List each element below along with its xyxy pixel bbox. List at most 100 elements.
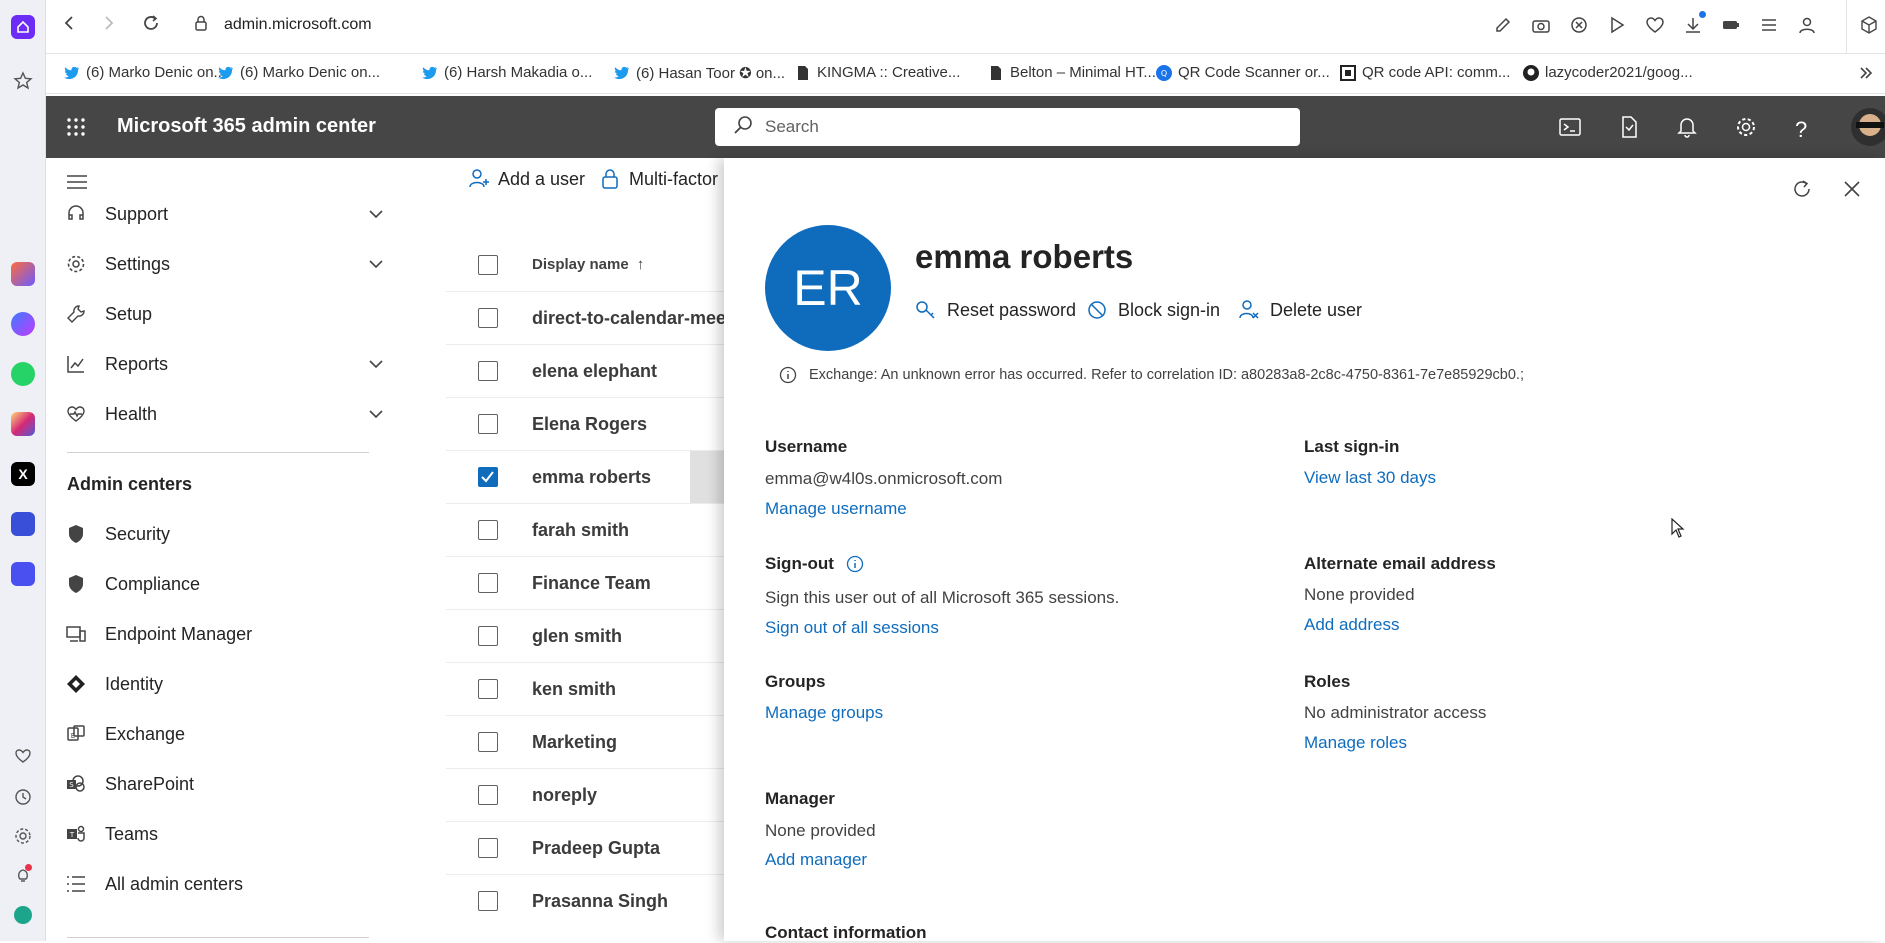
user-name[interactable]: glen smith — [532, 626, 622, 647]
star-icon[interactable] — [9, 67, 37, 95]
select-all-checkbox[interactable] — [478, 255, 498, 275]
bookmark-item[interactable]: KINGMA :: Creative... — [795, 64, 960, 81]
bookmark-item[interactable]: QR code API: comm... — [1340, 64, 1510, 81]
delete-user-button[interactable]: Delete user — [1238, 299, 1362, 321]
nav-item-settings[interactable]: Settings — [64, 244, 384, 284]
table-row[interactable]: ken smith — [446, 662, 726, 715]
manage-username-link[interactable]: Manage username — [765, 499, 907, 519]
back-icon[interactable] — [60, 14, 78, 37]
user-name[interactable]: direct-to-calendar-meeti — [532, 308, 737, 329]
lightbulb-icon[interactable] — [9, 862, 37, 890]
mfa-button[interactable]: Multi-factor — [601, 168, 718, 190]
play-icon[interactable] — [1607, 15, 1627, 40]
search-box[interactable]: Search — [715, 108, 1300, 146]
user-name[interactable]: Elena Rogers — [532, 414, 647, 435]
table-row[interactable]: Marketing — [446, 715, 726, 768]
nav-item-sharepoint[interactable]: S SharePoint — [64, 764, 384, 804]
home-icon[interactable] — [9, 13, 37, 41]
user-name[interactable]: noreply — [532, 785, 597, 806]
settings-icon[interactable] — [9, 822, 37, 850]
aria-icon[interactable] — [9, 901, 37, 929]
close-icon[interactable] — [1843, 180, 1861, 203]
add-manager-link[interactable]: Add manager — [765, 850, 867, 870]
more-bookmarks-icon[interactable] — [1858, 65, 1874, 86]
row-checkbox[interactable] — [478, 361, 498, 381]
chevron-down-icon[interactable] — [368, 406, 384, 427]
chevron-down-icon[interactable] — [368, 356, 384, 377]
bookmark-item[interactable]: (6) Marko Denic on... — [218, 64, 380, 81]
gear-icon[interactable] — [1735, 116, 1757, 143]
table-row[interactable]: Finance Team — [446, 556, 726, 609]
bookmark-item[interactable]: lazycoder2021/goog... — [1523, 64, 1693, 81]
user-name[interactable]: Finance Team — [532, 573, 651, 594]
row-checkbox[interactable] — [478, 520, 498, 540]
nav-item-reports[interactable]: Reports — [64, 344, 384, 384]
block-signin-button[interactable]: Block sign-in — [1086, 299, 1220, 321]
reset-password-button[interactable]: Reset password — [915, 299, 1076, 321]
search-input[interactable]: Search — [765, 117, 819, 137]
chevron-down-icon[interactable] — [368, 206, 384, 227]
user-name[interactable]: ken smith — [532, 679, 616, 700]
profile-icon[interactable] — [1797, 15, 1817, 40]
signout-all-link[interactable]: Sign out of all sessions — [765, 618, 939, 638]
table-row-selected[interactable]: emma roberts — [446, 450, 726, 504]
view-last-30-days-link[interactable]: View last 30 days — [1304, 468, 1436, 488]
music-app-icon[interactable] — [9, 510, 37, 538]
whatsapp-icon[interactable] — [9, 360, 37, 388]
x-icon[interactable]: X — [9, 460, 37, 488]
manage-roles-link[interactable]: Manage roles — [1304, 733, 1407, 753]
manage-groups-link[interactable]: Manage groups — [765, 703, 883, 723]
block-ads-icon[interactable] — [1569, 15, 1589, 40]
heart-icon[interactable] — [1645, 15, 1665, 40]
row-checkbox-checked[interactable] — [478, 467, 498, 487]
bookmark-item[interactable]: Q QR Code Scanner or... — [1156, 64, 1330, 81]
row-checkbox[interactable] — [478, 308, 498, 328]
nav-item-health[interactable]: Health — [64, 394, 384, 434]
user-name[interactable]: Pradeep Gupta — [532, 838, 660, 859]
bell-icon[interactable] — [1677, 116, 1697, 143]
user-name[interactable]: emma roberts — [532, 467, 651, 488]
cube-icon[interactable] — [1859, 15, 1879, 40]
nav-item-exchange[interactable]: E Exchange — [64, 714, 384, 754]
nav-item-security[interactable]: Security — [64, 514, 384, 554]
forward-icon[interactable] — [100, 14, 118, 37]
info-icon[interactable] — [846, 555, 864, 573]
table-row[interactable]: noreply — [446, 768, 726, 821]
bookmark-item[interactable]: Belton – Minimal HT... — [988, 64, 1156, 81]
row-checkbox[interactable] — [478, 732, 498, 752]
row-checkbox[interactable] — [478, 414, 498, 434]
nav-item-setup[interactable]: Setup — [64, 294, 384, 334]
table-row[interactable]: Elena Rogers — [446, 397, 726, 450]
nav-item-teams[interactable]: T Teams — [64, 814, 384, 854]
table-row[interactable]: glen smith — [446, 609, 726, 662]
nav-item-identity[interactable]: Identity — [64, 664, 384, 704]
document-icon[interactable] — [1619, 116, 1639, 143]
reload-icon[interactable] — [142, 14, 160, 37]
table-row[interactable]: direct-to-calendar-meeti — [446, 291, 737, 344]
bookmark-item[interactable]: (6) Hasan Toor ✪ on... — [614, 64, 785, 82]
aria-app-icon[interactable] — [9, 260, 37, 288]
hamburger-icon[interactable] — [67, 174, 87, 195]
app-title[interactable]: Microsoft 365 admin center — [117, 115, 376, 138]
user-name[interactable]: Prasanna Singh — [532, 891, 668, 912]
help-icon[interactable]: ? — [1795, 117, 1807, 143]
row-checkbox[interactable] — [478, 679, 498, 699]
row-checkbox[interactable] — [478, 626, 498, 646]
user-name[interactable]: farah smith — [532, 520, 629, 541]
app-launcher-icon[interactable] — [66, 117, 86, 142]
chevron-down-icon[interactable] — [368, 256, 384, 277]
nav-item-endpoint-manager[interactable]: Endpoint Manager — [64, 614, 384, 654]
table-row[interactable]: Prasanna Singh — [446, 874, 726, 927]
download-icon[interactable] — [1683, 11, 1706, 40]
table-row[interactable]: Pradeep Gupta — [446, 821, 726, 874]
terminal-icon[interactable] — [1559, 117, 1581, 142]
edit-icon[interactable] — [1493, 15, 1513, 40]
row-checkbox[interactable] — [478, 891, 498, 911]
nav-item-support[interactable]: Support — [64, 194, 384, 234]
battery-icon[interactable] — [1721, 15, 1741, 40]
bookmark-item[interactable]: (6) Harsh Makadia o... — [422, 64, 592, 81]
messenger-icon[interactable] — [9, 310, 37, 338]
easy-setup-icon[interactable] — [1759, 15, 1779, 40]
add-address-link[interactable]: Add address — [1304, 615, 1399, 635]
instagram-icon[interactable] — [9, 410, 37, 438]
